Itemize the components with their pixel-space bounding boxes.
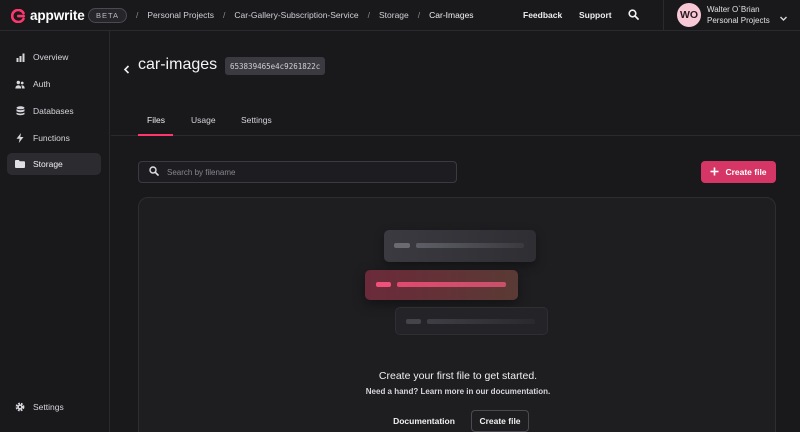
breadcrumb-storage[interactable]: Storage bbox=[379, 10, 409, 20]
tab-bar: Files Usage Settings bbox=[111, 111, 800, 136]
empty-create-file-button[interactable]: Create file bbox=[471, 410, 529, 432]
tab-settings[interactable]: Settings bbox=[241, 115, 272, 125]
bar-chart-icon bbox=[15, 52, 25, 62]
sidebar-item-label: Overview bbox=[33, 52, 69, 62]
back-icon[interactable] bbox=[123, 61, 131, 79]
search-input[interactable] bbox=[167, 167, 447, 177]
plus-icon bbox=[710, 167, 719, 178]
sidebar: Overview Auth Databases Functions Storag… bbox=[0, 31, 110, 432]
sidebar-item-label: Databases bbox=[33, 106, 74, 116]
breadcrumb-project[interactable]: Car-Gallery-Subscription-Service bbox=[234, 10, 358, 20]
avatar: WO bbox=[677, 3, 701, 27]
sidebar-item-settings[interactable]: Settings bbox=[7, 396, 101, 418]
user-organization: Personal Projects bbox=[707, 16, 770, 25]
appwrite-logo-icon bbox=[10, 8, 25, 23]
sidebar-item-storage[interactable]: Storage bbox=[7, 153, 101, 175]
documentation-button[interactable]: Documentation bbox=[386, 410, 462, 432]
page-title: car-images bbox=[138, 56, 218, 73]
sidebar-item-functions[interactable]: Functions bbox=[7, 127, 101, 149]
feedback-button[interactable]: Feedback bbox=[523, 0, 562, 30]
tab-usage[interactable]: Usage bbox=[191, 115, 216, 125]
folder-icon bbox=[15, 159, 25, 169]
create-file-label: Create file bbox=[725, 167, 767, 177]
breadcrumb-organization[interactable]: Personal Projects bbox=[147, 10, 214, 20]
chevron-down-icon[interactable] bbox=[779, 10, 788, 28]
beta-badge: BETA bbox=[88, 8, 128, 23]
breadcrumb-bucket[interactable]: Car-Images bbox=[429, 10, 473, 20]
sidebar-item-label: Storage bbox=[33, 159, 63, 169]
users-icon bbox=[15, 79, 25, 89]
support-button[interactable]: Support bbox=[579, 0, 612, 30]
empty-state: Create your first file to get started. N… bbox=[138, 197, 776, 432]
bucket-id-badge[interactable]: 653839465e4c9261822c bbox=[225, 57, 326, 75]
search-field[interactable] bbox=[138, 161, 457, 183]
top-bar: appwrite BETA / Personal Projects / Car-… bbox=[0, 0, 800, 31]
lightning-icon bbox=[15, 133, 25, 143]
sidebar-item-label: Functions bbox=[33, 133, 70, 143]
app-name: appwrite bbox=[30, 8, 85, 23]
sidebar-item-label: Auth bbox=[33, 79, 51, 89]
divider bbox=[663, 0, 664, 31]
search-icon bbox=[628, 8, 639, 22]
database-icon bbox=[15, 106, 25, 116]
tab-files[interactable]: Files bbox=[147, 115, 165, 125]
search-icon bbox=[149, 163, 159, 181]
main-content: car-images 653839465e4c9261822c Files Us… bbox=[111, 31, 800, 432]
gear-icon bbox=[15, 402, 25, 412]
breadcrumb: / Personal Projects / Car-Gallery-Subscr… bbox=[136, 10, 474, 20]
empty-state-subtitle: Need a hand? Learn more in our documenta… bbox=[365, 387, 551, 396]
sidebar-item-auth[interactable]: Auth bbox=[7, 73, 101, 95]
appwrite-logo[interactable]: appwrite bbox=[10, 8, 85, 23]
user-name: Walter O`Brian bbox=[707, 5, 760, 14]
user-menu[interactable]: WO Walter O`Brian Personal Projects bbox=[677, 3, 770, 27]
active-tab-indicator bbox=[138, 134, 173, 136]
sidebar-item-label: Settings bbox=[33, 402, 64, 412]
sidebar-item-overview[interactable]: Overview bbox=[7, 46, 101, 68]
create-file-button[interactable]: Create file bbox=[701, 161, 776, 183]
empty-state-title: Create your first file to get started. bbox=[378, 370, 538, 382]
global-search-button[interactable] bbox=[628, 0, 639, 30]
sidebar-item-databases[interactable]: Databases bbox=[7, 100, 101, 122]
